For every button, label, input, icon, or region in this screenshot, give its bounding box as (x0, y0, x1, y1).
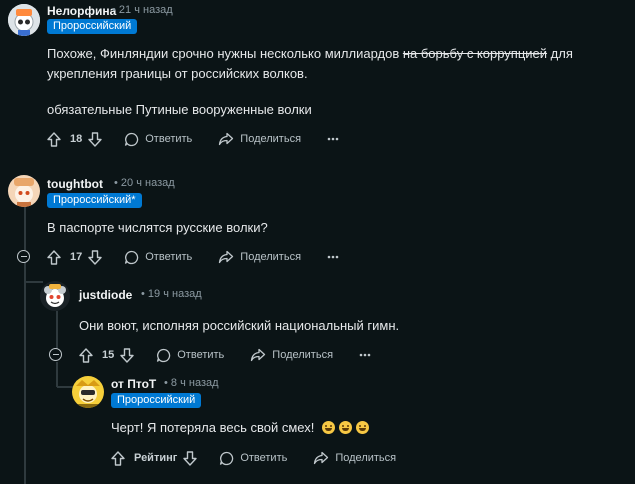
reply-button[interactable]: Ответить (156, 348, 224, 363)
avatar-image-icon (72, 376, 104, 408)
more-options-button[interactable] (327, 137, 339, 141)
reply-button[interactable]: Ответить (124, 132, 192, 147)
comment-username[interactable]: toughtbot (47, 177, 103, 191)
share-arrow-icon (219, 250, 234, 264)
upvote-button[interactable] (79, 347, 93, 363)
share-arrow-icon (251, 348, 266, 362)
comment-time: • 8 ч назад (164, 377, 219, 389)
upvote-arrow-icon (47, 131, 61, 147)
upvote-arrow-icon (79, 347, 93, 363)
share-label: Поделиться (240, 251, 302, 263)
reply-label: Ответить (240, 452, 288, 464)
upvote-button[interactable] (47, 249, 61, 265)
upvote-button[interactable] (47, 131, 61, 147)
thread-line-branch (25, 281, 43, 283)
avatar[interactable] (8, 175, 40, 207)
share-button[interactable]: Поделиться (250, 348, 333, 362)
more-options-button[interactable] (359, 353, 371, 357)
comment-body: Они воют, исполняя российский национальн… (79, 318, 400, 333)
downvote-button[interactable] (88, 249, 102, 265)
time-text: 8 ч назад (170, 377, 219, 389)
thread-line (24, 258, 26, 484)
downvote-arrow-icon (183, 450, 198, 466)
ellipsis-icon (327, 255, 339, 259)
share-label: Поделиться (335, 452, 397, 464)
thread-line (56, 311, 58, 351)
vote-count: 15 (102, 349, 115, 361)
downvote-arrow-icon (88, 249, 102, 265)
comment-actions: Рейтинг Ответить Поделиться (111, 448, 396, 468)
comment-body: В паспорте числятся русские волки? (47, 220, 268, 235)
upvote-button[interactable] (111, 450, 125, 466)
speech-bubble-icon (157, 348, 171, 362)
body-text: Похоже, Финляндии срочно нужны несколько… (47, 46, 403, 61)
reply-label: Ответить (145, 251, 193, 263)
comment-username[interactable]: justdiode (79, 288, 132, 302)
reply-label: Ответить (177, 349, 225, 361)
avatar-image-icon (40, 281, 70, 311)
time-text: 21 ч назад (118, 4, 173, 16)
avatar[interactable] (72, 376, 104, 408)
share-label: Поделиться (272, 349, 334, 361)
user-flair: Пророссийский* (47, 193, 142, 208)
share-button[interactable]: Поделиться (313, 451, 396, 465)
downvote-button[interactable] (88, 131, 102, 147)
user-flair: Пророссийский (111, 393, 202, 408)
reply-label: Ответить (145, 133, 193, 145)
downvote-arrow-icon (88, 131, 102, 147)
comment-time: • 20 ч назад (114, 177, 175, 189)
comment-actions: 15 Ответить Поделиться (79, 345, 371, 365)
comment-body: Похоже, Финляндии срочно нужны несколько… (47, 44, 632, 84)
strikethrough-text: на борьбу с коррупцией (402, 46, 548, 61)
comment-body: Черт! Я потеряла весь свой смех! (111, 418, 369, 438)
vote-count: 17 (70, 251, 83, 263)
share-label: Поделиться (240, 133, 302, 145)
comment-username[interactable]: от ПтоТ (111, 377, 156, 391)
speech-bubble-icon (220, 451, 234, 465)
grinning-face-icon (321, 421, 335, 434)
reply-button[interactable]: Ответить (219, 451, 287, 466)
upvote-arrow-icon (111, 450, 125, 466)
share-arrow-icon (314, 451, 329, 465)
thread-line (56, 362, 58, 387)
ellipsis-icon (327, 137, 339, 141)
speech-bubble-icon (125, 250, 139, 264)
avatar[interactable] (40, 281, 70, 311)
comment-actions: 18 Ответить Поделиться (47, 129, 339, 149)
vote-count: Рейтинг (134, 452, 178, 464)
share-button[interactable]: Поделиться (218, 132, 301, 146)
collapse-thread-button[interactable] (17, 250, 30, 263)
body-text: Черт! Я потеряла весь свой смех! (111, 420, 315, 435)
avatar-image-icon (8, 175, 40, 207)
comment-time: • 21 ч назад (112, 4, 173, 16)
downvote-button[interactable] (183, 450, 198, 466)
time-text: 19 ч назад (147, 288, 202, 300)
reply-button[interactable]: Ответить (124, 250, 192, 265)
thread-line (24, 205, 26, 255)
speech-bubble-icon (125, 132, 139, 146)
grinning-face-icon (338, 421, 352, 434)
more-options-button[interactable] (327, 255, 339, 259)
ellipsis-icon (359, 353, 371, 357)
vote-count: 18 (70, 133, 83, 145)
user-flair: Пророссийский (47, 19, 138, 34)
share-button[interactable]: Поделиться (218, 250, 301, 264)
upvote-arrow-icon (47, 249, 61, 265)
avatar-image-icon (8, 4, 40, 36)
comment-username[interactable]: Нелорфина (47, 4, 116, 18)
share-arrow-icon (219, 132, 234, 146)
grinning-face-icon (355, 421, 369, 434)
avatar[interactable] (8, 4, 40, 36)
collapse-thread-button[interactable] (49, 348, 62, 361)
downvote-arrow-icon (120, 347, 134, 363)
comment-actions: 17 Ответить Поделиться (47, 247, 339, 267)
comment-time: • 19 ч назад (141, 288, 202, 300)
comment-body-paragraph: обязательные Путиные вооруженные волки (47, 102, 312, 117)
downvote-button[interactable] (120, 347, 134, 363)
time-text: 20 ч назад (120, 177, 175, 189)
